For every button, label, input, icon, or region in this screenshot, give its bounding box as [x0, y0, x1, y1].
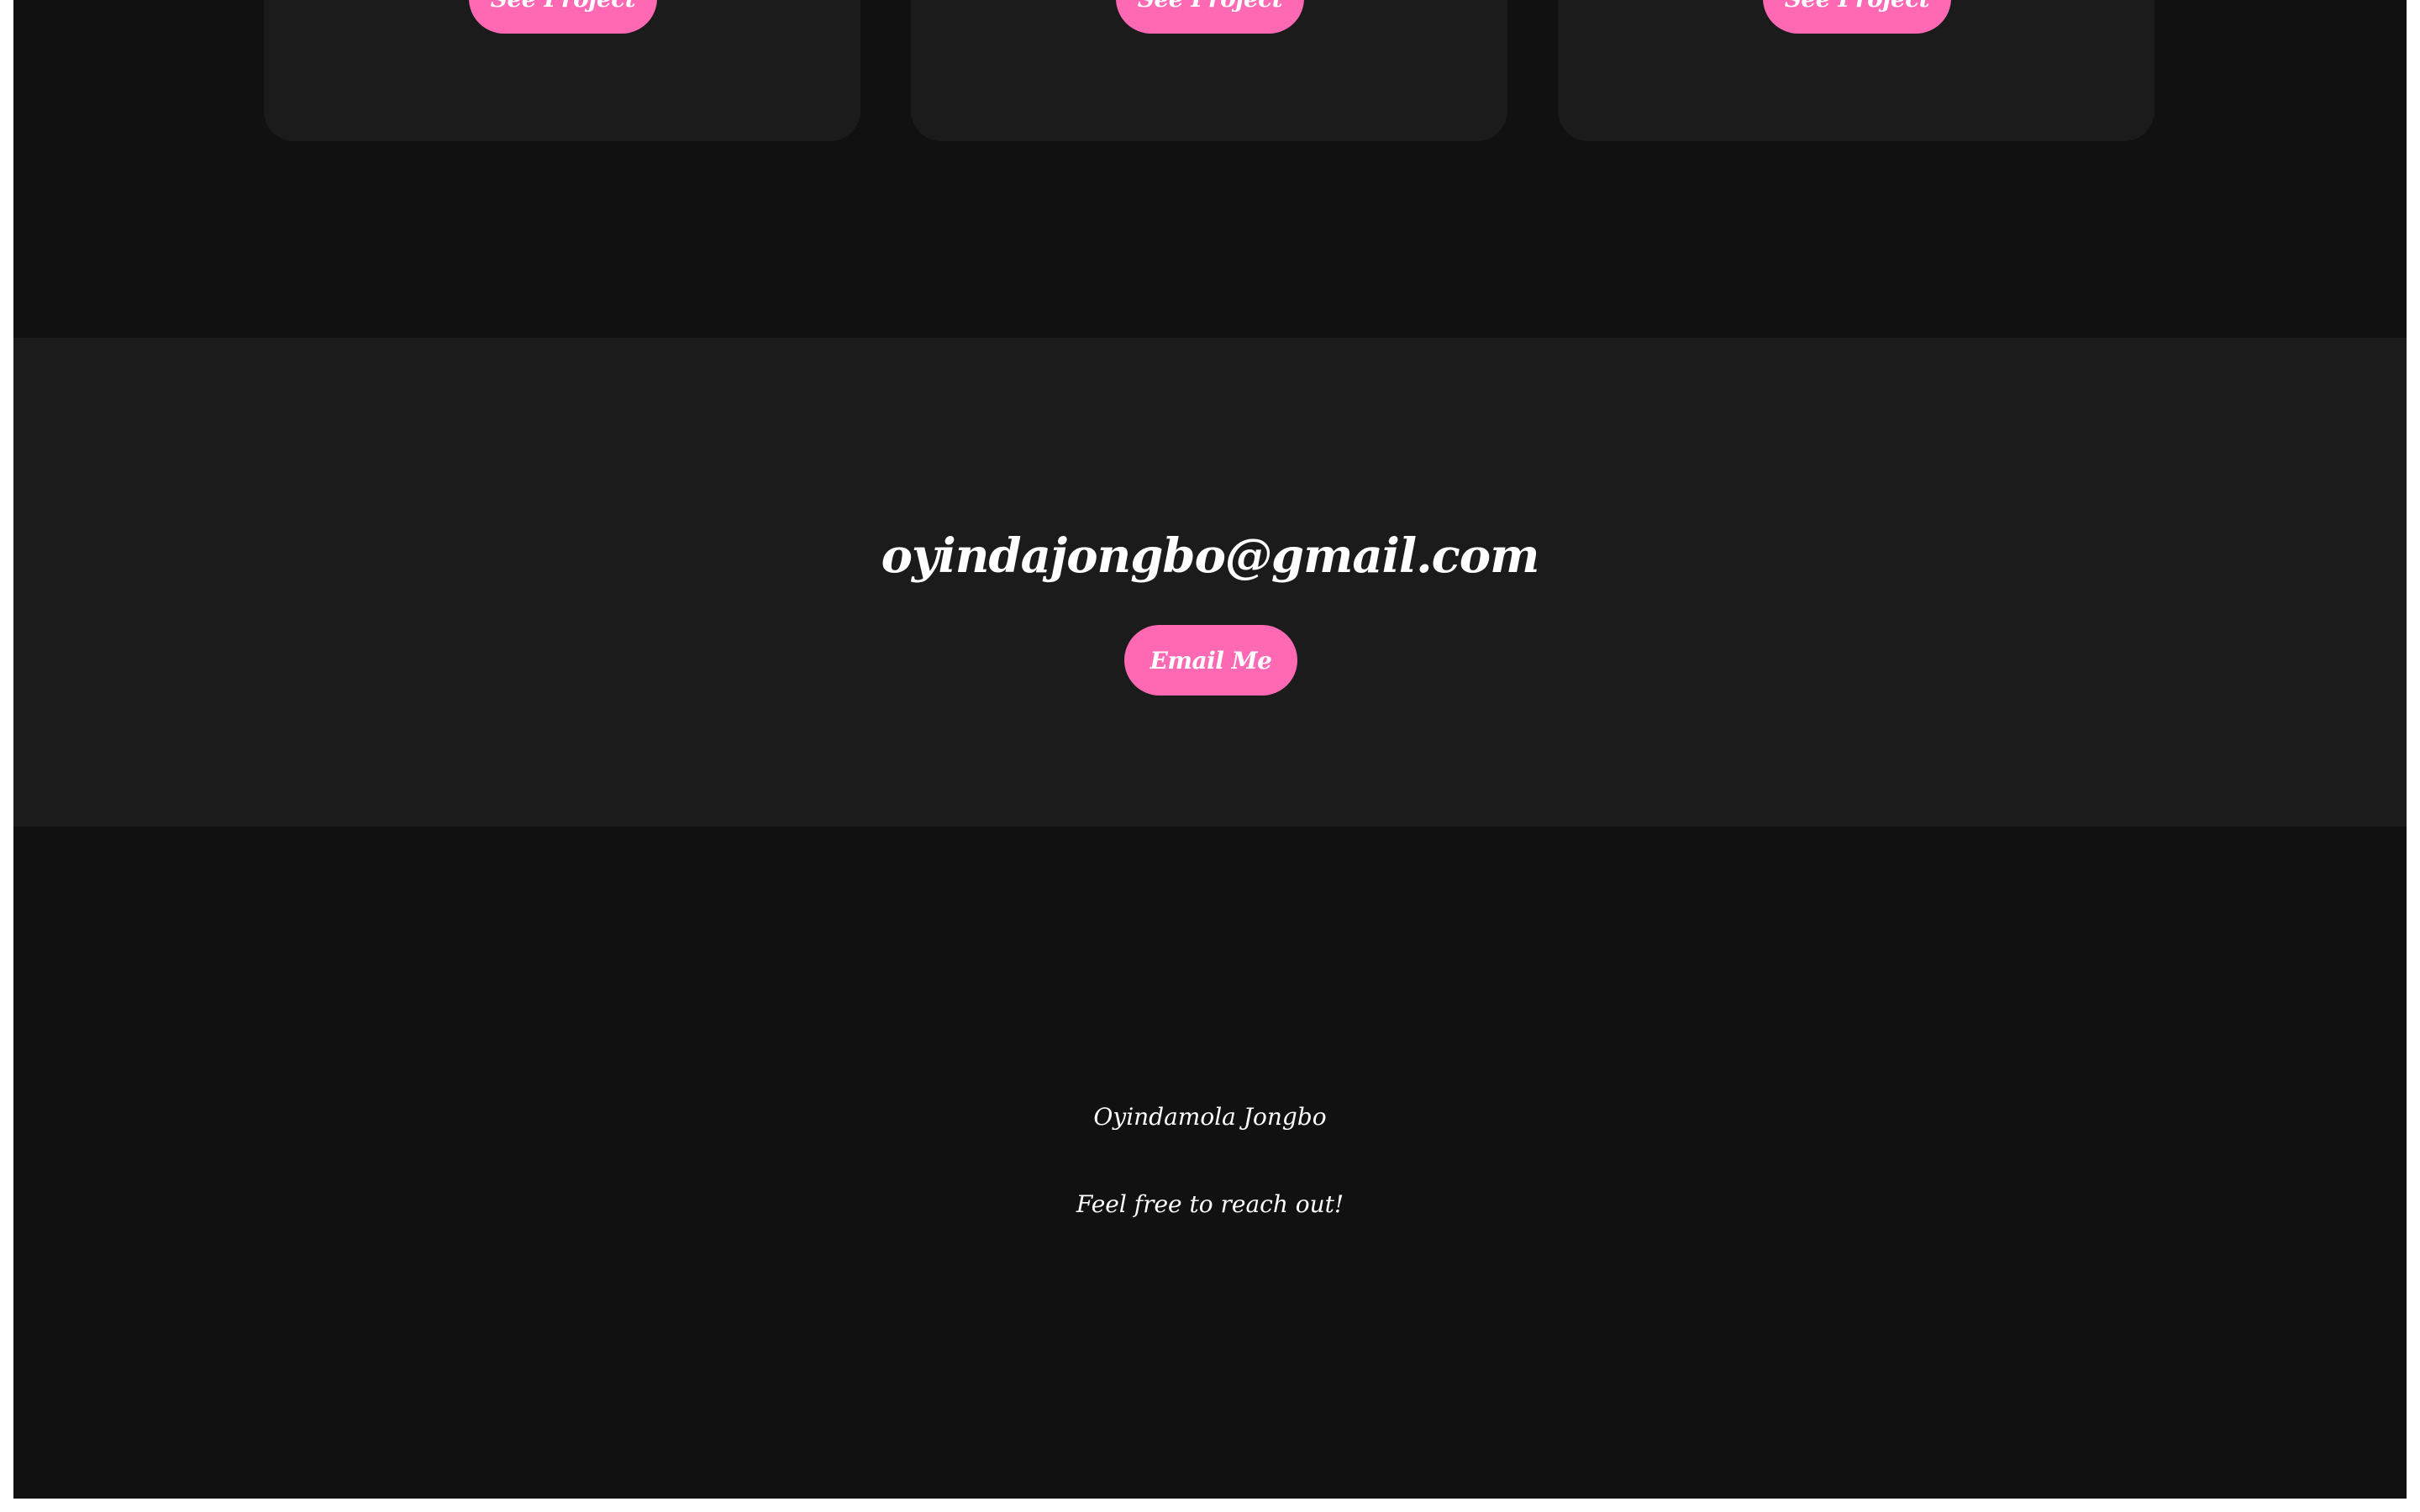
email-me-button[interactable]: Email Me: [1124, 625, 1297, 696]
project-card: See Project: [264, 0, 860, 141]
contact-section: oyindajongbo@gmail.com Email Me: [13, 338, 2407, 827]
see-project-button[interactable]: See Project: [469, 0, 657, 34]
footer-name: Oyindamola Jongbo: [1093, 1103, 1327, 1131]
contact-email: oyindajongbo@gmail.com: [881, 528, 1540, 584]
project-card: See Project: [911, 0, 1507, 141]
page: See Project See Project See Project oyin…: [13, 0, 2407, 1499]
footer: Oyindamola Jongbo Feel free to reach out…: [13, 827, 2407, 1499]
see-project-button[interactable]: See Project: [1116, 0, 1304, 34]
see-project-button[interactable]: See Project: [1763, 0, 1951, 34]
project-card: See Project: [1558, 0, 2154, 141]
footer-tagline: Feel free to reach out!: [1076, 1190, 1344, 1218]
projects-section: See Project See Project See Project: [13, 0, 2407, 338]
